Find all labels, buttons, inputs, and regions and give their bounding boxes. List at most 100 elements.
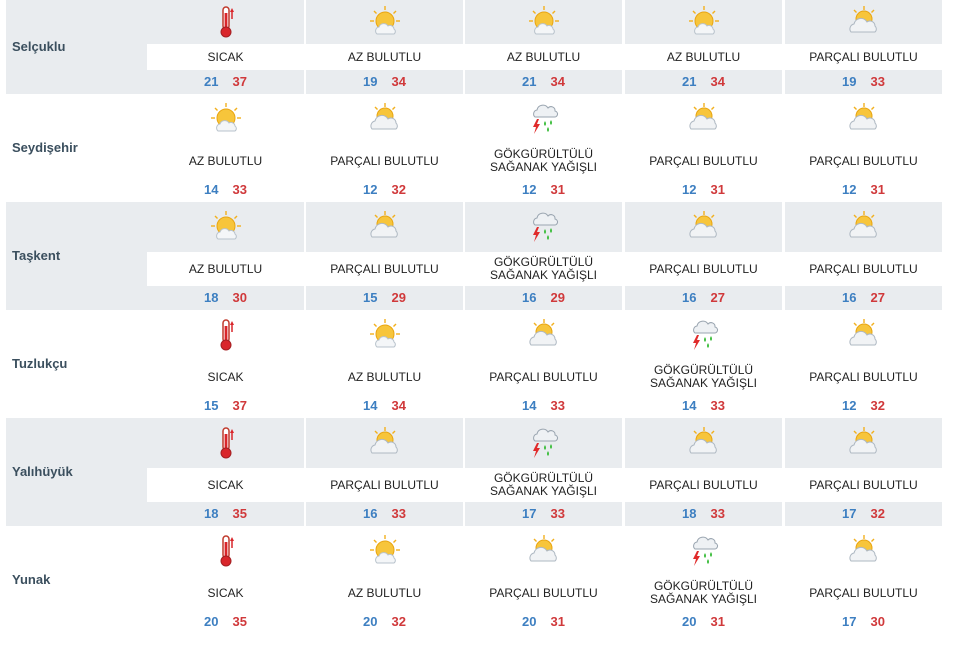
sun-cloud-icon: [367, 317, 403, 353]
max-temperature: 33: [710, 506, 725, 521]
icon-area: [465, 0, 622, 44]
condition-label: AZ BULUTLU: [306, 44, 463, 70]
temperature-range: 14 34: [306, 394, 463, 418]
city-row: Selçuklu SICAK 21 37 AZ BULUTLU 19 34 AZ BUL…: [6, 0, 946, 94]
thermometer-icon: [208, 4, 244, 40]
city-row: Taşkent AZ BULUTLU 18 30 PARÇALI BULUTLU 15…: [6, 202, 946, 310]
temperature-range: 17 33: [465, 502, 622, 526]
sun-cloud-icon: [208, 209, 244, 245]
city-cell: Taşkent: [6, 202, 147, 310]
icon-area: [465, 310, 622, 360]
weather-forecast-table: Selçuklu SICAK 21 37 AZ BULUTLU 19 34 AZ BUL…: [0, 0, 968, 662]
temperature-range: 14 33: [625, 394, 782, 418]
forecast-day-cell: AZ BULUTLU 20 32: [306, 526, 463, 634]
forecast-day-cell: PARÇALI BULUTLU 19 33: [785, 0, 942, 94]
condition-text: AZ BULUTLU: [347, 585, 422, 600]
max-temperature: 33: [391, 506, 406, 521]
cloud-sun-icon: [846, 533, 882, 569]
condition-label: SICAK: [147, 576, 304, 610]
thunderstorm-icon: [686, 317, 722, 353]
thermometer-icon: [208, 533, 244, 569]
max-temperature: 30: [232, 290, 247, 305]
min-temperature: 20: [682, 614, 697, 629]
max-temperature: 31: [710, 614, 725, 629]
max-temperature: 34: [550, 74, 565, 89]
condition-label: PARÇALI BULUTLU: [785, 44, 942, 70]
max-temperature: 31: [550, 182, 565, 197]
city-name: Yunak: [12, 572, 51, 587]
temperature-range: 16 33: [306, 502, 463, 526]
condition-text: SICAK: [207, 477, 244, 492]
forecast-day-cell: PARÇALI BULUTLU 12 31: [785, 94, 942, 202]
temperature-range: 12 32: [785, 394, 942, 418]
max-temperature: 37: [232, 74, 247, 89]
condition-text: AZ BULUTLU: [666, 49, 741, 64]
min-temperature: 12: [842, 182, 857, 197]
condition-label: PARÇALI BULUTLU: [625, 144, 782, 178]
max-temperature: 31: [870, 182, 885, 197]
condition-text: PARÇALI BULUTLU: [809, 153, 918, 168]
city-name: Seydişehir: [12, 140, 78, 155]
condition-text: GÖKGÜRÜLTÜLÜ SAĞANAK YAĞIŞLI: [650, 579, 757, 606]
forecast-day-cell: SICAK 20 35: [147, 526, 304, 634]
thermometer-icon: [208, 425, 244, 461]
temperature-range: 15 37: [147, 394, 304, 418]
forecast-day-cell: PARÇALI BULUTLU 12 31: [625, 94, 782, 202]
temperature-range: 14 33: [147, 178, 304, 202]
min-temperature: 14: [522, 398, 537, 413]
icon-area: [306, 418, 463, 468]
thunderstorm-icon: [686, 533, 722, 569]
forecast-day-cell: GÖKGÜRÜLTÜLÜ SAĞANAK YAĞIŞLI 12 31: [465, 94, 622, 202]
min-temperature: 17: [842, 506, 857, 521]
temperature-range: 18 35: [147, 502, 304, 526]
sun-cloud-icon: [367, 533, 403, 569]
min-temperature: 20: [522, 614, 537, 629]
max-temperature: 34: [391, 398, 406, 413]
city-name: Tuzlukçu: [12, 356, 68, 371]
condition-label: PARÇALI BULUTLU: [785, 576, 942, 610]
forecast-day-cell: PARÇALI BULUTLU 12 32: [785, 310, 942, 418]
condition-text: GÖKGÜRÜLTÜLÜ SAĞANAK YAĞIŞLI: [650, 363, 757, 390]
min-temperature: 18: [204, 506, 219, 521]
forecast-day-cell: AZ BULUTLU 14 34: [306, 310, 463, 418]
condition-label: GÖKGÜRÜLTÜLÜ SAĞANAK YAĞIŞLI: [465, 144, 622, 178]
city-name: Selçuklu: [12, 39, 66, 54]
temperature-range: 21 34: [625, 70, 782, 94]
icon-area: [465, 94, 622, 144]
city-name: Yalıhüyük: [12, 464, 73, 479]
min-temperature: 15: [363, 290, 378, 305]
condition-text: AZ BULUTLU: [347, 369, 422, 384]
temperature-range: 16 27: [625, 286, 782, 310]
condition-label: GÖKGÜRÜLTÜLÜ SAĞANAK YAĞIŞLI: [625, 576, 782, 610]
max-temperature: 32: [391, 614, 406, 629]
min-temperature: 12: [682, 182, 697, 197]
min-temperature: 16: [522, 290, 537, 305]
condition-label: PARÇALI BULUTLU: [306, 252, 463, 286]
condition-text: GÖKGÜRÜLTÜLÜ SAĞANAK YAĞIŞLI: [490, 471, 597, 498]
forecast-day-cell: AZ BULUTLU 19 34: [306, 0, 463, 94]
min-temperature: 16: [682, 290, 697, 305]
temperature-range: 20 31: [465, 610, 622, 634]
cloud-sun-icon: [686, 101, 722, 137]
city-cell: Seydişehir: [6, 94, 147, 202]
temperature-range: 17 32: [785, 502, 942, 526]
forecast-day-cell: GÖKGÜRÜLTÜLÜ SAĞANAK YAĞIŞLI 16 29: [465, 202, 622, 310]
min-temperature: 21: [522, 74, 537, 89]
min-temperature: 14: [204, 182, 219, 197]
condition-text: PARÇALI BULUTLU: [330, 477, 439, 492]
forecast-day-cell: PARÇALI BULUTLU 20 31: [465, 526, 622, 634]
forecast-day-cell: AZ BULUTLU 14 33: [147, 94, 304, 202]
temperature-range: 16 29: [465, 286, 622, 310]
temperature-range: 19 33: [785, 70, 942, 94]
temperature-range: 20 32: [306, 610, 463, 634]
condition-label: AZ BULUTLU: [465, 44, 622, 70]
temperature-range: 16 27: [785, 286, 942, 310]
condition-label: SICAK: [147, 360, 304, 394]
max-temperature: 31: [710, 182, 725, 197]
min-temperature: 18: [682, 506, 697, 521]
condition-text: GÖKGÜRÜLTÜLÜ SAĞANAK YAĞIŞLI: [490, 255, 597, 282]
condition-text: PARÇALI BULUTLU: [809, 585, 918, 600]
city-row: Seydişehir AZ BULUTLU 14 33 PARÇALI BULUTL…: [6, 94, 946, 202]
max-temperature: 35: [232, 614, 247, 629]
condition-label: PARÇALI BULUTLU: [785, 144, 942, 178]
